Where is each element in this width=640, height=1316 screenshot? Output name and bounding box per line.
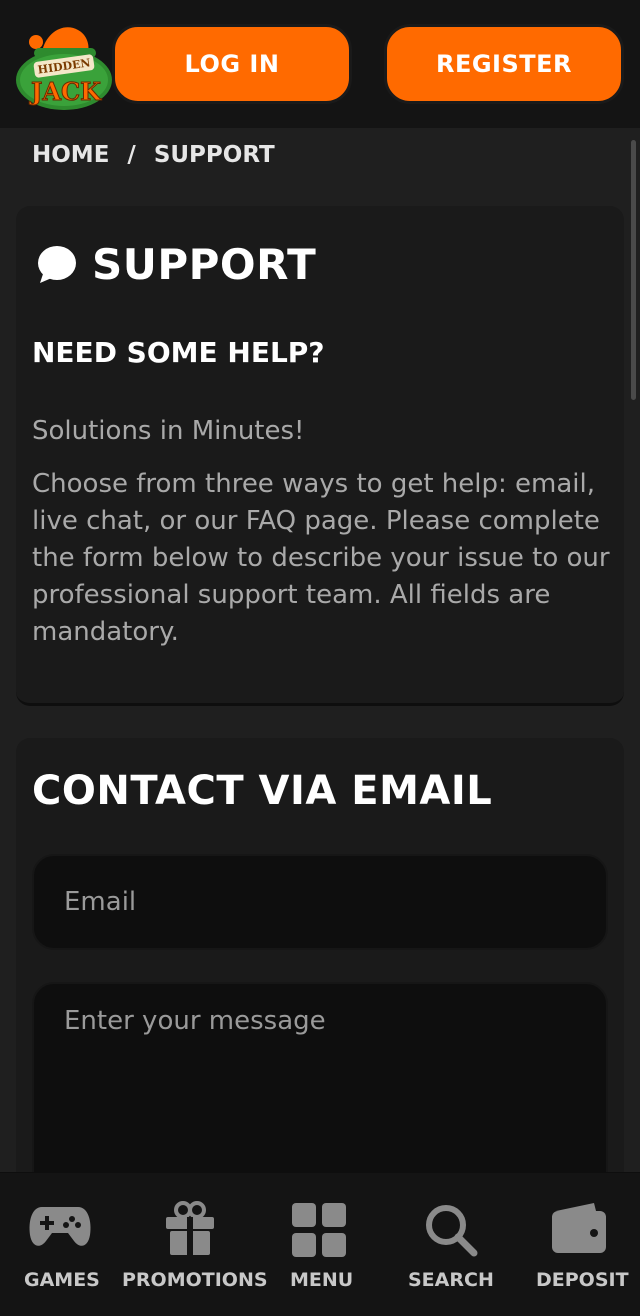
nav-promotions[interactable]: PROMOTIONS	[120, 1173, 268, 1316]
chat-bubble-icon	[38, 245, 76, 283]
search-icon	[426, 1205, 478, 1257]
gift-icon	[166, 1201, 214, 1255]
nav-games-label: GAMES	[24, 1269, 100, 1291]
contact-title: CONTACT VIA EMAIL	[32, 768, 493, 814]
wallet-icon	[552, 1203, 606, 1253]
nav-search[interactable]: SEARCH	[390, 1173, 510, 1316]
help-heading: NEED SOME HELP?	[32, 336, 325, 369]
scrollbar[interactable]	[631, 140, 636, 400]
hidden-jack-logo[interactable]: HIDDEN JACK	[12, 14, 116, 114]
support-title-text: SUPPORT	[92, 240, 317, 289]
nav-deposit[interactable]: DEPOSIT	[520, 1173, 640, 1316]
support-card: SUPPORT NEED SOME HELP? Solutions in Min…	[16, 206, 624, 706]
support-title: SUPPORT	[34, 240, 316, 289]
gamepad-icon	[29, 1207, 91, 1246]
nav-menu[interactable]: MENU	[260, 1173, 380, 1316]
breadcrumb-separator: /	[127, 142, 136, 168]
breadcrumb-home-link[interactable]: HOME	[32, 142, 109, 168]
breadcrumb-current: SUPPORT	[153, 142, 275, 168]
nav-deposit-label: DEPOSIT	[536, 1269, 629, 1291]
log-in-button[interactable]: LOG IN	[112, 24, 352, 104]
svg-text:JACK: JACK	[29, 77, 102, 106]
contact-card: CONTACT VIA EMAIL	[16, 738, 624, 1242]
top-bar: HIDDEN JACK LOG IN REGISTER	[0, 0, 640, 128]
nav-menu-label: MENU	[290, 1269, 354, 1291]
nav-games[interactable]: GAMES	[0, 1173, 120, 1316]
register-button[interactable]: REGISTER	[384, 24, 624, 104]
email-input[interactable]	[32, 854, 608, 950]
bottom-nav: GAMES PROMOTIONS MENU SEARCH DEPOSIT	[0, 1172, 640, 1316]
page: HIDDEN JACK LOG IN REGISTER HOME / SUPPO…	[0, 0, 640, 1316]
help-tagline: Solutions in Minutes!	[32, 416, 305, 446]
help-description: Choose from three ways to get help: emai…	[32, 469, 610, 647]
grid-icon	[292, 1203, 346, 1257]
nav-search-label: SEARCH	[408, 1269, 494, 1291]
breadcrumb: HOME / SUPPORT	[32, 138, 275, 172]
nav-promotions-label: PROMOTIONS	[122, 1269, 268, 1291]
